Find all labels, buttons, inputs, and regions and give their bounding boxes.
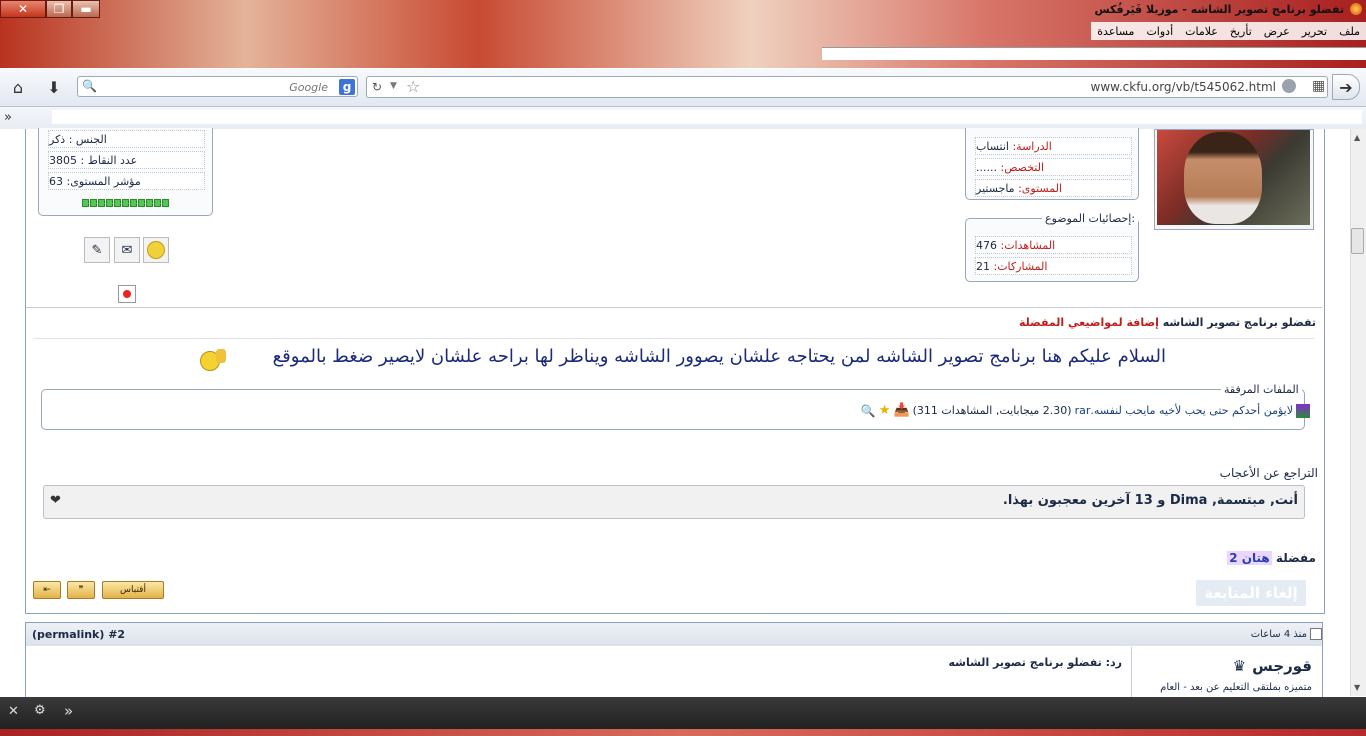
page-scrollbar[interactable] — [1350, 129, 1366, 696]
post-icon — [1310, 628, 1322, 640]
minimize-window-button[interactable]: ▬ — [72, 0, 100, 18]
heart-icon[interactable]: ❤ — [50, 493, 61, 508]
history-dropdown-icon[interactable]: ▼ — [390, 81, 397, 91]
menu-file[interactable]: ملف — [1339, 25, 1360, 38]
download-icon[interactable]: ⬇ — [44, 77, 64, 97]
close-window-button[interactable]: ✕ — [0, 0, 46, 18]
reload-icon[interactable]: ↻ — [372, 80, 382, 94]
post-2-time-row: منذ 4 ساعات — [1251, 628, 1322, 640]
google-engine-icon[interactable]: g — [339, 79, 355, 95]
bookmark-star-icon[interactable]: ☆ — [406, 77, 420, 96]
profile-field-level: المستوى: ماجستير — [975, 179, 1132, 197]
unfollow-button[interactable]: إلغاء المتابعة — [1196, 580, 1306, 606]
offline-status-icon — [118, 285, 136, 303]
user-level: مؤشر المستوى: 63 — [48, 172, 205, 190]
scroll-up-icon[interactable]: ▲ — [1354, 133, 1360, 142]
quote-button[interactable]: أقتباس — [102, 581, 164, 599]
stats-posts: المشاركات: 21 — [975, 257, 1132, 275]
level-bar — [82, 199, 169, 207]
thumbs-up-icon — [216, 349, 226, 363]
subject-divider — [34, 338, 1314, 339]
bookmarks-area — [52, 110, 1362, 124]
post-container — [25, 129, 1325, 614]
magnifier-icon[interactable]: 🔍 — [861, 404, 876, 418]
tools-icon[interactable]: ⚙ — [34, 703, 46, 718]
topic-stats-legend: إحصائيات الموضوع: — [1042, 212, 1139, 225]
go-forward-button[interactable]: ➔ — [1332, 74, 1360, 100]
user-points: عدد النقاط : 3805 — [48, 151, 205, 169]
menu-bookmarks[interactable]: علامات — [1185, 25, 1218, 38]
menu-help[interactable]: مساعدة — [1097, 25, 1134, 38]
user-gender: الجنس : ذكر — [48, 130, 205, 148]
post-2-header — [26, 623, 1322, 646]
addon-overflow-icon[interactable]: » — [64, 702, 73, 720]
url-text: www.ckfu.org/vb/t545062.html — [1090, 80, 1277, 94]
post-2-reply-title: رد: تفضلو برنامج تصوير الشاشه — [948, 656, 1123, 669]
site-identity-icon[interactable] — [1282, 79, 1296, 93]
post-subject: تفضلو برنامج تصوير الشاشه — [1162, 316, 1316, 329]
post-2-divider — [1131, 647, 1132, 697]
divider — [26, 307, 1322, 308]
favorite-label: مفضلة — [1275, 551, 1316, 565]
likes-text: أنت, مبتسمة, Dima و 13 آخرين معجبون بهذا… — [1002, 493, 1298, 508]
scrollbar-thumb[interactable] — [1351, 228, 1364, 254]
attachment-info: (2.30 ميجابايت, المشاهدات 311) — [912, 404, 1072, 417]
search-icon: 🔍 — [82, 79, 97, 93]
post-2-permalink[interactable]: (permalink) #2 — [32, 628, 125, 641]
post-2-author[interactable]: قورجس — [1252, 657, 1312, 675]
post-2-time: منذ 4 ساعات — [1250, 628, 1307, 640]
profile-field-study: الدراسة: انتساب — [975, 137, 1132, 155]
home-icon[interactable]: ⌂ — [8, 77, 28, 97]
add-to-favorites-link[interactable]: إضافة لمواضيعي المفضلة — [1019, 316, 1159, 329]
bookmarks-menu-icon[interactable]: ▦ — [1312, 78, 1325, 94]
maximize-window-button[interactable]: ❐ — [46, 0, 72, 18]
menu-tools[interactable]: أدوات — [1146, 25, 1173, 38]
stats-views: المشاهدات: 476 — [975, 236, 1132, 254]
close-addon-bar-icon[interactable]: ✕ — [8, 704, 19, 719]
attachment-row: لايؤمن أحدكم حتى يحب لأخيه مايحب لنفسه.r… — [861, 403, 1310, 418]
crown-icon: ♛ — [1232, 657, 1247, 675]
tab-strip — [822, 47, 1366, 60]
menu-history[interactable]: تأريخ — [1230, 25, 1252, 38]
avatar-photo — [1184, 132, 1262, 224]
search-input[interactable] — [96, 78, 330, 97]
download-attachment-icon[interactable]: 📥 — [893, 403, 909, 418]
edit-icon[interactable]: ✎ — [84, 237, 110, 263]
message-icon[interactable]: ✉ — [114, 237, 140, 263]
post-subject-row: تفضلو برنامج تصوير الشاشه إضافة لمواضيعي… — [1019, 316, 1316, 329]
bookmarks-overflow[interactable]: » — [4, 110, 12, 125]
likes-legend[interactable]: التراجع عن الأعجاب — [1220, 466, 1318, 480]
window-controls: ✕ ❐ ▬ — [0, 0, 100, 18]
menu-edit[interactable]: تحرير — [1302, 25, 1327, 38]
favorite-row: مفضلة هتان 2 — [1227, 551, 1316, 565]
scroll-down-icon[interactable]: ▼ — [1354, 683, 1360, 692]
menu-bar: ملف تحرير عرض تأريخ علامات أدوات مساعدة — [1091, 22, 1366, 40]
firefox-icon — [1350, 3, 1362, 15]
medal-icon — [143, 237, 169, 263]
attachments-legend: الملفات المرفقة — [1221, 383, 1302, 396]
post-2-author-title: متميزه بملتقى التعليم عن بعد - العام — [1160, 682, 1312, 693]
window-title: تفضلو برنامج تصوير الشاشه - موزيلا فَيَر… — [1094, 3, 1344, 16]
desktop-background — [0, 729, 1366, 736]
post-body: السلام عليكم هنا برنامج تصوير الشاشه لمن… — [272, 346, 1166, 367]
multiquote-button[interactable]: ⇤ — [33, 581, 61, 599]
favorite-user[interactable]: هتان 2 — [1227, 551, 1272, 565]
star-icon[interactable]: ★ — [879, 403, 891, 418]
attachment-link[interactable]: لايؤمن أحدكم حتى يحب لأخيه مايحب لنفسه.r… — [1075, 404, 1293, 417]
profile-field-major: التخصص: ...... — [975, 158, 1132, 176]
quick-reply-button[interactable]: ❞ — [67, 581, 95, 599]
post-2-author-row: قورجس ♛ — [1233, 657, 1312, 675]
rar-file-icon — [1296, 403, 1310, 418]
menu-view[interactable]: عرض — [1264, 25, 1290, 38]
